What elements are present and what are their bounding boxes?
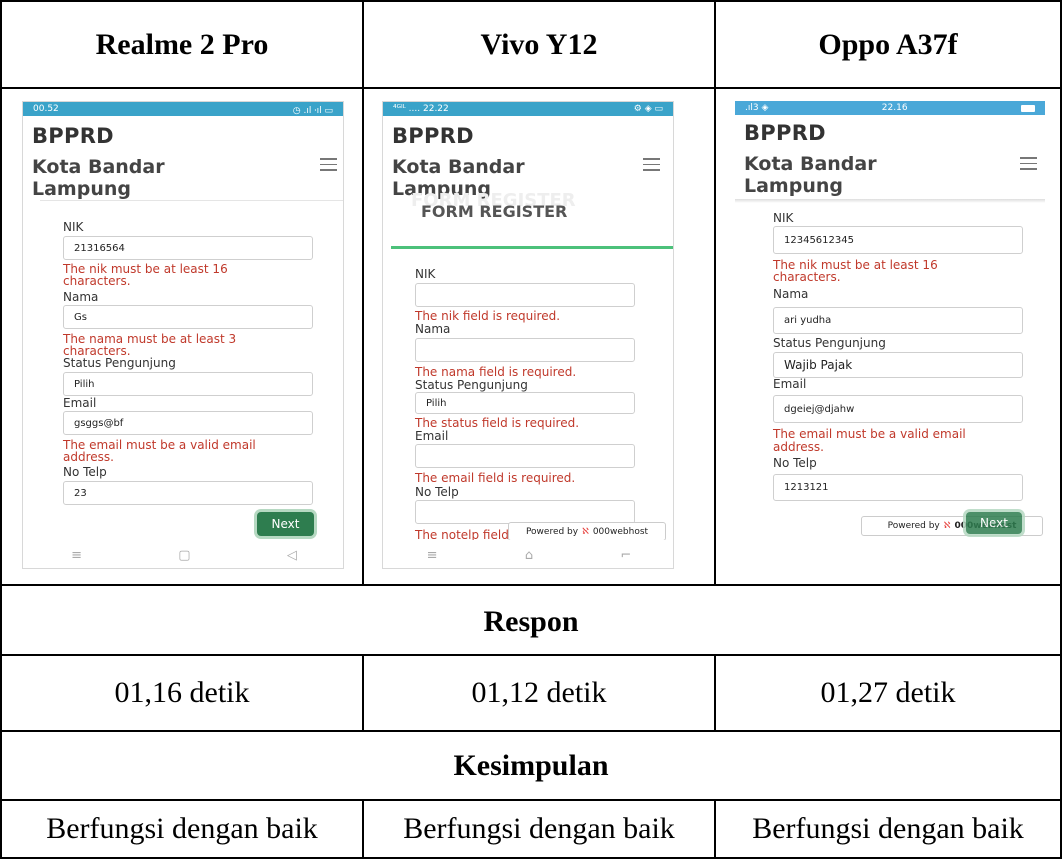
email-error: The email field is required. xyxy=(415,471,576,485)
back-nav-icon[interactable]: ⌐ xyxy=(620,548,631,563)
hamburger-icon[interactable] xyxy=(1020,157,1037,174)
email-input[interactable] xyxy=(415,444,635,468)
status-select[interactable]: Wajib Pajak xyxy=(773,352,1023,378)
nama-error: The nama field is required. xyxy=(415,365,577,379)
respon-realme: 01,16 detik xyxy=(114,676,250,709)
app-brand: BPPRD xyxy=(32,124,114,148)
label-telp: No Telp xyxy=(415,485,459,499)
android-navbar: ≡ ▢ ◁ xyxy=(23,540,343,568)
status-bar: .ıl3 ◈ 22.16 xyxy=(735,101,1045,115)
nama-input[interactable] xyxy=(415,338,635,362)
email-input[interactable]: gsggs@bf xyxy=(63,411,313,435)
nik-input[interactable]: 21316564 xyxy=(63,236,313,260)
next-button[interactable]: Next xyxy=(966,512,1022,534)
app-sub-1: Kota Bandar xyxy=(392,156,525,178)
label-status: Status Pengunjung xyxy=(415,378,528,392)
nama-input[interactable]: ari yudha xyxy=(773,307,1023,334)
android-navbar: ≡ ⌂ ⌐ xyxy=(383,540,673,568)
email-error: The email must be a valid email xyxy=(773,427,966,441)
powered-label: Powered by xyxy=(525,526,579,537)
label-status: Status Pengunjung xyxy=(63,356,176,370)
comparison-table: Realme 2 Pro Vivo Y12 Oppo A37f 00.52 ◷ … xyxy=(0,0,1062,859)
back-nav-icon[interactable]: ◁ xyxy=(287,548,297,563)
powered-badge[interactable]: Powered by ℵ 000webhost xyxy=(508,522,666,541)
nik-error-2: characters. xyxy=(773,270,841,284)
app-sub-2: Lampung xyxy=(32,178,131,200)
label-telp: No Telp xyxy=(773,456,817,470)
col-divider xyxy=(362,2,364,584)
status-error: The status field is required. xyxy=(415,416,580,430)
screenshot-oppo: .ıl3 ◈ 22.16 BPPRD Kota Bandar Lampung N… xyxy=(735,101,1045,538)
hamburger-icon[interactable] xyxy=(643,158,660,175)
col-divider xyxy=(714,2,716,584)
label-nama: Nama xyxy=(63,290,99,304)
label-telp: No Telp xyxy=(63,465,107,479)
host-logo-icon: ℵ xyxy=(582,526,589,537)
powered-label: Powered by xyxy=(887,521,940,531)
email-error-2: address. xyxy=(773,440,824,454)
menu-nav-icon[interactable]: ≡ xyxy=(71,548,82,563)
header-realme: Realme 2 Pro xyxy=(95,27,269,61)
home-nav-icon[interactable]: ⌂ xyxy=(525,548,533,563)
kesimpulan-vivo: Berfungsi dengan baik xyxy=(403,812,675,845)
header-vivo: Vivo Y12 xyxy=(480,27,598,61)
status-time: 22.16 xyxy=(881,103,908,113)
label-email: Email xyxy=(773,377,807,391)
section-respon: Respon xyxy=(483,604,579,638)
email-error-2: address. xyxy=(63,450,114,464)
form-top-border xyxy=(391,246,673,249)
host-logo-icon: ℵ xyxy=(943,521,951,531)
status-select[interactable]: Pilih xyxy=(415,392,635,414)
email-input[interactable]: dgeiej@djahw xyxy=(773,395,1023,423)
hamburger-icon[interactable] xyxy=(320,158,337,175)
label-nama: Nama xyxy=(773,287,809,301)
status-icons: ⚙ ◈ ▭ xyxy=(633,104,663,114)
status-bar: 00.52 ◷ .ıl ⸱ıl ▭ xyxy=(23,102,343,116)
row-divider xyxy=(2,87,1060,89)
menu-nav-icon[interactable]: ≡ xyxy=(427,548,438,563)
home-nav-icon[interactable]: ▢ xyxy=(178,548,190,563)
nik-input[interactable] xyxy=(415,283,635,307)
form-title: FORM REGISTER xyxy=(421,202,568,221)
telp-input[interactable]: 1213121 xyxy=(773,474,1023,501)
label-nik: NIK xyxy=(773,211,794,225)
nik-error: The nik field is required. xyxy=(415,309,561,323)
battery-icon xyxy=(1020,104,1035,112)
status-time: 00.52 xyxy=(33,104,59,114)
screenshot-vivo: ⁴ᴳᴵᴸ .... 22.22 ⚙ ◈ ▭ BPPRD Kota Bandar … xyxy=(382,101,674,569)
app-brand: BPPRD xyxy=(392,124,474,148)
host-name: 000webhost xyxy=(592,526,649,537)
kesimpulan-realme: Berfungsi dengan baik xyxy=(46,812,318,845)
nik-error-2: characters. xyxy=(63,274,131,288)
label-nama: Nama xyxy=(415,322,451,336)
label-email: Email xyxy=(415,429,449,443)
app-sub-1: Kota Bandar xyxy=(32,156,165,178)
telp-input[interactable] xyxy=(415,500,635,524)
app-brand: BPPRD xyxy=(744,121,826,145)
status-select[interactable]: Pilih xyxy=(63,372,313,396)
status-time: ⁴ᴳᴵᴸ .... 22.22 xyxy=(393,104,449,114)
status-signal: .ıl3 ◈ xyxy=(745,103,769,113)
next-button[interactable]: Next xyxy=(257,512,314,536)
nik-input[interactable]: 12345612345 xyxy=(773,226,1023,254)
status-bar: ⁴ᴳᴵᴸ .... 22.22 ⚙ ◈ ▭ xyxy=(383,102,673,116)
section-kesimpulan: Kesimpulan xyxy=(453,748,609,782)
screenshot-realme: 00.52 ◷ .ıl ⸱ıl ▭ BPPRD Kota Bandar Lamp… xyxy=(22,101,344,569)
label-status: Status Pengunjung xyxy=(773,336,886,350)
app-sub-1: Kota Bandar xyxy=(744,153,877,175)
kesimpulan-oppo: Berfungsi dengan baik xyxy=(752,812,1024,845)
app-sub-2: Lampung xyxy=(744,175,843,197)
label-nik: NIK xyxy=(63,220,84,234)
status-icons: ◷ .ıl ⸱ıl ▭ xyxy=(292,105,333,116)
row-divider xyxy=(2,584,1060,586)
respon-oppo: 01,27 detik xyxy=(820,676,956,709)
header-oppo: Oppo A37f xyxy=(818,27,958,61)
telp-input[interactable]: 23 xyxy=(63,481,313,505)
nama-input[interactable]: Gs xyxy=(63,305,313,329)
label-nik: NIK xyxy=(415,267,436,281)
label-email: Email xyxy=(63,396,97,410)
respon-vivo: 01,12 detik xyxy=(471,676,607,709)
